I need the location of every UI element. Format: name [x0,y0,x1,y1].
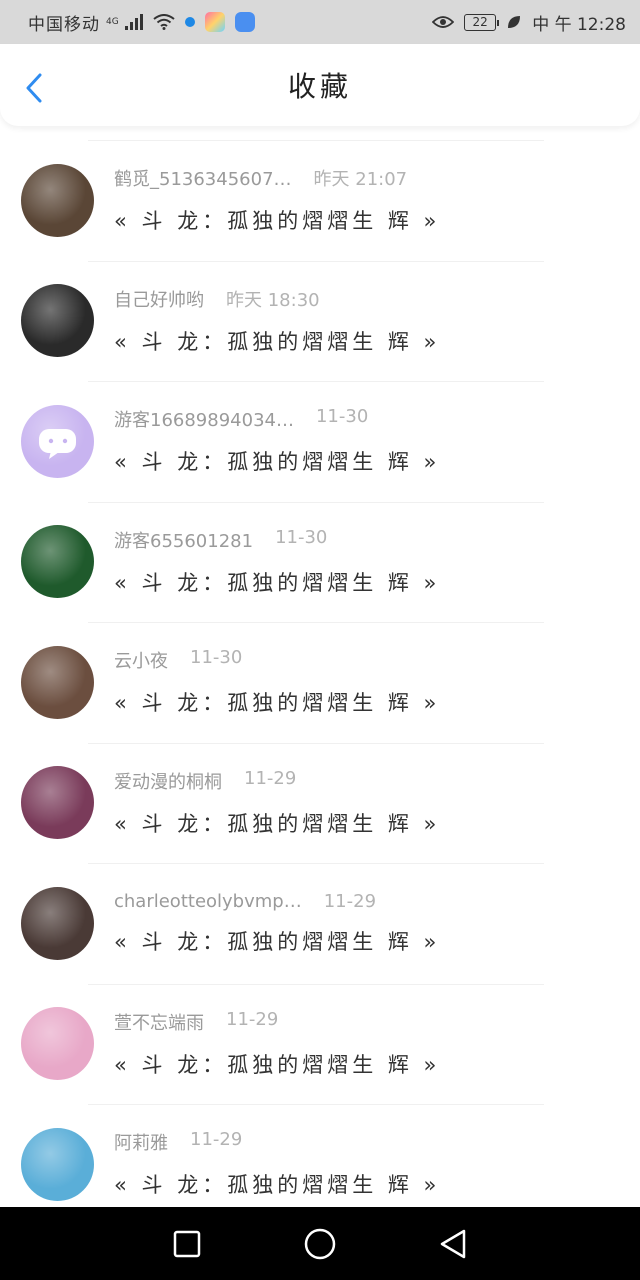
circle-icon [304,1228,336,1259]
list-item-meta: 萱不忘端雨 11-29 [114,1009,440,1035]
list-item-content: 爱动漫的桐桐 11-29 « 斗 龙：孤独的熠熠生 辉 » [114,768,440,838]
list-item-content: charleotteolybvmp… 11-29 « 斗 龙：孤独的熠熠生 辉 » [114,891,440,956]
network-type: 4G [106,17,119,27]
list-item[interactable]: 阿莉雅 11-29 « 斗 龙：孤独的熠熠生 辉 » [0,1104,640,1207]
user-name: 阿莉雅 [114,1133,168,1155]
list-item-meta: 阿莉雅 11-29 [114,1129,440,1155]
list-item-content: 鹤觅_5136345607… 昨天 21:07 « 斗 龙：孤独的熠熠生 辉 » [114,165,440,235]
user-name: 云小夜 [114,651,168,673]
page-title: 收藏 [287,70,352,103]
leaf-icon [506,14,522,30]
chevron-left-icon [26,73,42,103]
list-item-content: 云小夜 11-30 « 斗 龙：孤独的熠熠生 辉 » [114,647,440,717]
list-item-content: 自己好帅哟 昨天 18:30 « 斗 龙：孤独的熠熠生 辉 » [114,286,440,356]
user-name: 爱动漫的桐桐 [114,771,222,793]
list-item[interactable]: 游客16689894034… 11-30 « 斗 龙：孤独的熠熠生 辉 » [0,381,640,502]
timestamp: 昨天 18:30 [226,289,320,311]
list-item[interactable]: 自己好帅哟 昨天 18:30 « 斗 龙：孤独的熠熠生 辉 » [0,260,640,382]
status-bar-left: 中国移动 4G [28,10,432,35]
timestamp: 11-30 [275,526,328,548]
timestamp: 昨天 21:07 [313,169,408,191]
avatar[interactable] [21,163,94,237]
chat-bubble-icon [39,428,76,459]
list-item-meta: 爱动漫的桐桐 11-29 [114,768,440,794]
list-item[interactable]: 爱动漫的桐桐 11-29 « 斗 龙：孤独的熠熠生 辉 » [0,742,640,864]
back-nav-button[interactable] [423,1214,483,1274]
recents-button[interactable] [157,1214,217,1274]
user-name: 萱不忘端雨 [114,1012,204,1034]
clock: 中 午 12:28 [532,14,626,35]
favorite-title: « 斗 龙：孤独的熠熠生 辉 » [114,691,441,716]
status-bar-right: 22 中 午 12:28 [432,10,626,35]
favorite-title: « 斗 龙：孤独的熠熠生 辉 » [114,329,441,354]
back-button[interactable] [14,68,54,108]
favorite-title: « 斗 龙：孤独的熠熠生 辉 » [114,1052,441,1077]
favorite-title: « 斗 龙：孤独的熠熠生 辉 » [114,209,441,234]
triangle-back-icon [441,1229,466,1258]
timestamp: 11-30 [190,647,243,669]
battery-level: 22 [472,15,488,29]
app-notification-icon [184,17,195,27]
home-button[interactable] [290,1214,350,1274]
favorite-title: « 斗 龙：孤独的熠熠生 辉 » [114,1173,441,1198]
signal-icon [124,14,143,30]
status-bar: 中国移动 4G 22 中 午 12:28 [0,0,640,44]
favorite-title: « 斗 龙：孤独的熠熠生 辉 » [114,570,441,595]
avatar[interactable] [21,1007,94,1081]
timestamp: 11-29 [190,1129,243,1151]
list-item-meta: 鹤觅_5136345607… 昨天 21:07 [114,165,440,191]
carrier-label: 中国移动 [28,14,100,35]
favorite-title: « 斗 龙：孤独的熠熠生 辉 » [114,811,441,836]
avatar[interactable] [21,766,94,840]
list-item[interactable]: 萱不忘端雨 11-29 « 斗 龙：孤独的熠熠生 辉 » [0,983,640,1105]
list-item-meta: 游客655601281 11-30 [114,527,440,553]
list-item[interactable]: 云小夜 11-30 « 斗 龙：孤独的熠熠生 辉 » [0,622,640,743]
app-icon-blue [234,12,255,32]
list-item-meta: charleotteolybvmp… 11-29 [114,891,440,912]
avatar[interactable] [21,404,94,478]
timestamp: 11-29 [244,767,297,789]
app-icon-colorful [204,12,225,32]
list-item[interactable]: charleotteolybvmp… 11-29 « 斗 龙：孤独的熠熠生 辉 » [0,863,640,984]
list-item-meta: 云小夜 11-30 [114,647,440,673]
avatar[interactable] [21,525,94,599]
timestamp: 11-29 [323,890,377,912]
timestamp: 11-30 [315,406,369,428]
list-item[interactable]: 鹤觅_5136345607… 昨天 21:07 « 斗 龙：孤独的熠熠生 辉 » [0,140,640,261]
system-nav-bar [0,1207,640,1280]
favorites-list: 鹤觅_5136345607… 昨天 21:07 « 斗 龙：孤独的熠熠生 辉 » 自己… [0,140,640,1207]
list-item-meta: 自己好帅哟 昨天 18:30 [114,286,440,312]
user-name: charleotteolybvmp… [114,890,302,912]
user-name: 自己好帅哟 [114,289,204,311]
user-name: 鹤觅_5136345607… [114,169,292,191]
avatar[interactable] [21,284,94,358]
favorite-title: « 斗 龙：孤独的熠熠生 辉 » [114,450,441,475]
eye-icon [432,15,455,29]
user-name: 游客655601281 [114,530,254,552]
list-item-content: 游客16689894034… 11-30 « 斗 龙：孤独的熠熠生 辉 » [114,406,440,476]
square-icon [173,1230,200,1257]
battery-icon: 22 [464,13,500,31]
list-item-content: 游客655601281 11-30 « 斗 龙：孤独的熠熠生 辉 » [114,527,440,597]
avatar[interactable] [21,1127,94,1201]
list-item-content: 阿莉雅 11-29 « 斗 龙：孤独的熠熠生 辉 » [114,1129,440,1199]
avatar[interactable] [21,886,94,960]
favorite-title: « 斗 龙：孤独的熠熠生 辉 » [114,929,441,954]
list-item-meta: 游客16689894034… 11-30 [114,406,440,432]
app-header: 收藏 [0,44,640,126]
avatar[interactable] [21,645,94,719]
wifi-icon [153,14,175,30]
timestamp: 11-29 [226,1008,279,1030]
list-item-content: 萱不忘端雨 11-29 « 斗 龙：孤独的熠熠生 辉 » [114,1009,440,1079]
user-name: 游客16689894034… [114,410,294,432]
list-item[interactable]: 游客655601281 11-30 « 斗 龙：孤独的熠熠生 辉 » [0,501,640,623]
